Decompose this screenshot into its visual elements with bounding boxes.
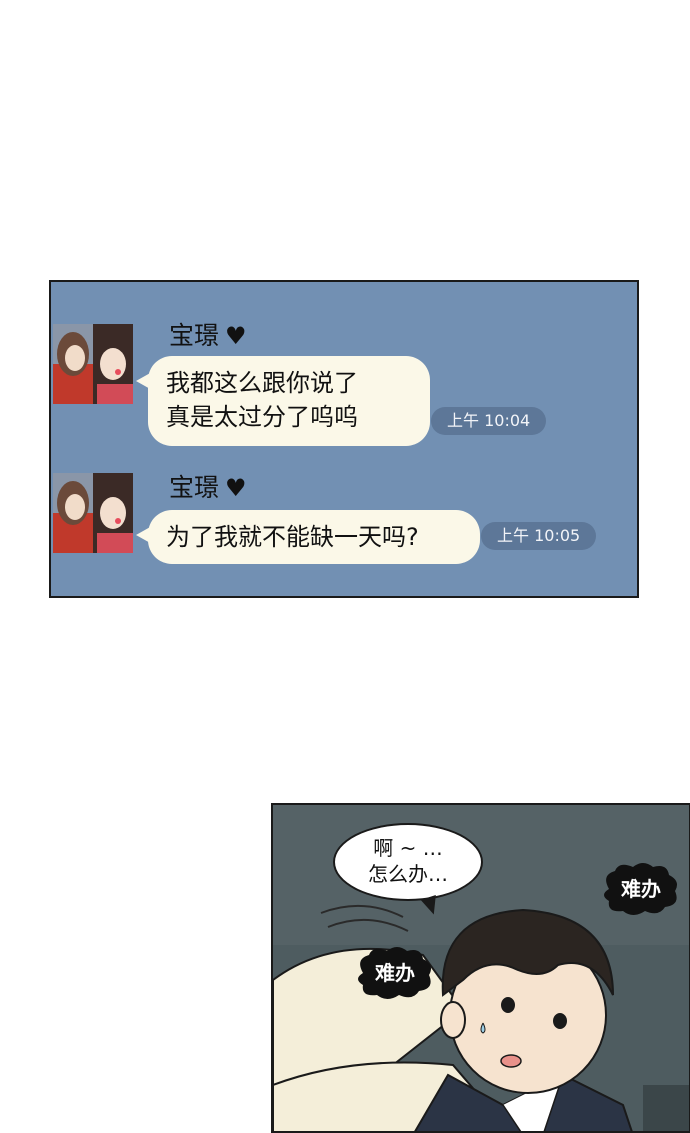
- comic-panel: 啊 ~ … 怎么办… 难办 难办: [271, 803, 690, 1133]
- sfx-burst: 难办: [601, 861, 681, 917]
- message-line: 真是太过分了呜呜: [166, 403, 358, 431]
- sender-avatar[interactable]: [53, 324, 133, 404]
- sfx-burst: 难办: [355, 945, 435, 1001]
- sender-avatar[interactable]: [53, 473, 133, 553]
- speech-line: 怎么办…: [368, 862, 448, 886]
- sender-name: 宝璟 ♥: [169, 321, 247, 350]
- message-time: 上午 10:04: [431, 407, 547, 435]
- message-bubble[interactable]: 我都这么跟你说了 真是太过分了呜呜: [136, 356, 430, 446]
- speech-bubble: 啊 ~ … 怎么办…: [333, 823, 483, 901]
- heart-icon: ♥: [225, 474, 247, 502]
- chat-panel: 宝璟 ♥ 我都这么跟你说了 真是太过分了呜呜 上午 10:04 宝璟 ♥ 为了我就不…: [49, 280, 639, 598]
- message-time: 上午 10:05: [481, 522, 597, 550]
- message-line: 我都这么跟你说了: [166, 369, 358, 397]
- speech-line: 啊 ~ …: [373, 836, 443, 860]
- message-line: 为了我就不能缺一天吗?: [166, 523, 419, 551]
- message-bubble[interactable]: 为了我就不能缺一天吗?: [136, 510, 480, 564]
- heart-icon: ♥: [225, 322, 247, 350]
- sender-name: 宝璟 ♥: [169, 473, 247, 502]
